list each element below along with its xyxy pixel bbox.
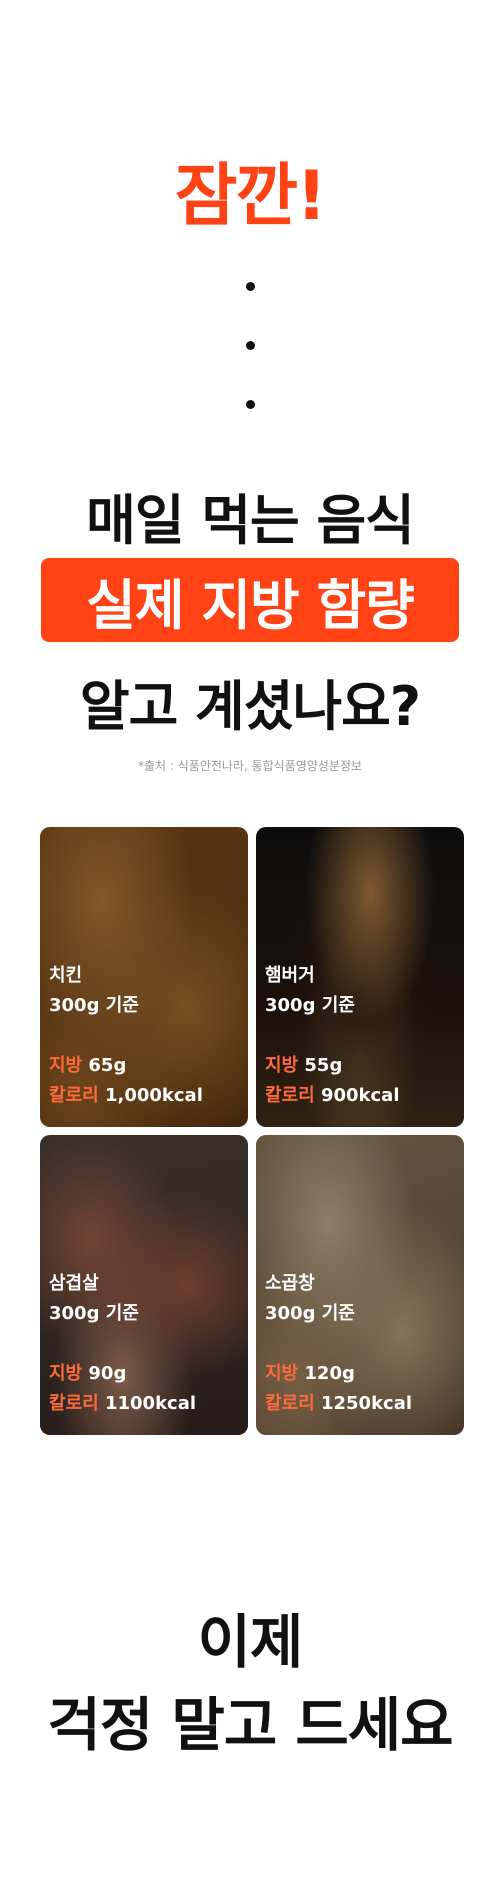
card-bottom-text: 지방 90g 칼로리 1100kcal [49, 1359, 196, 1419]
question-line-1: 매일 먹는 음식 [86, 489, 415, 552]
card-fat-row: 지방 120g [265, 1359, 412, 1389]
card-basis: 300g 기준 [265, 995, 355, 1016]
card-food-name: 소곱창 [265, 1273, 315, 1294]
banner-text: 실제 지방 함량 [86, 573, 415, 637]
card-calorie-row: 칼로리 900kcal [265, 1081, 400, 1111]
fat-value: 120g [304, 1363, 355, 1384]
food-card-chicken: 치킨 300g 기준 지방 65g 칼로리 1,000kcal [40, 827, 248, 1127]
calorie-label: 칼로리 [49, 1393, 99, 1414]
card-basis: 300g 기준 [265, 1303, 355, 1324]
card-bottom-text: 지방 120g 칼로리 1250kcal [265, 1359, 412, 1419]
calorie-label: 칼로리 [49, 1085, 99, 1106]
calorie-value: 1100kcal [104, 1393, 197, 1414]
dot-icon [246, 341, 255, 350]
closing-line-1: 이제 [197, 1608, 304, 1676]
card-fat-row: 지방 55g [265, 1051, 400, 1081]
card-food-name: 삼겹살 [49, 1273, 99, 1294]
question-line-3: 알고 계셨나요? [79, 675, 421, 738]
fat-value: 65g [88, 1055, 127, 1076]
fat-label: 지방 [49, 1363, 83, 1384]
card-top-text: 치킨 300g 기준 [49, 961, 139, 1021]
page: 잠깐! 매일 먹는 음식 실제 지방 함량 알고 계셨나요? *출처 : 식품안… [0, 0, 500, 1902]
card-fat-row: 지방 90g [49, 1359, 196, 1389]
source-note: *출처 : 식품안전나라, 통합식품영양성분정보 [137, 759, 363, 773]
highlight-banner: 실제 지방 함량 [41, 558, 459, 642]
dot-icon [246, 282, 255, 291]
food-card-hamburger: 햄버거 300g 기준 지방 55g 칼로리 900kcal [256, 827, 464, 1127]
card-food-name: 햄버거 [265, 965, 315, 986]
calorie-label: 칼로리 [265, 1085, 315, 1106]
calorie-label: 칼로리 [265, 1393, 315, 1414]
card-calorie-row: 칼로리 1,000kcal [49, 1081, 203, 1111]
fat-label: 지방 [49, 1055, 83, 1076]
headline: 잠깐! [174, 157, 327, 236]
closing-line-2: 걱정 말고 드세요 [47, 1691, 454, 1759]
fat-value: 55g [304, 1055, 343, 1076]
food-card-beef-tripe: 소곱창 300g 기준 지방 120g 칼로리 1250kcal [256, 1135, 464, 1435]
calorie-value: 1,000kcal [104, 1085, 203, 1106]
card-food-name: 치킨 [49, 965, 83, 986]
card-bottom-text: 지방 65g 칼로리 1,000kcal [49, 1051, 203, 1111]
card-top-text: 삼겹살 300g 기준 [49, 1269, 139, 1329]
card-bottom-text: 지방 55g 칼로리 900kcal [265, 1051, 400, 1111]
fat-label: 지방 [265, 1055, 299, 1076]
card-fat-row: 지방 65g [49, 1051, 203, 1081]
card-calorie-row: 칼로리 1250kcal [265, 1389, 412, 1419]
fat-value: 90g [88, 1363, 127, 1384]
calorie-value: 900kcal [320, 1085, 400, 1106]
dot-icon [246, 400, 255, 409]
calorie-value: 1250kcal [320, 1393, 413, 1414]
card-calorie-row: 칼로리 1100kcal [49, 1389, 196, 1419]
card-basis: 300g 기준 [49, 1303, 139, 1324]
card-basis: 300g 기준 [49, 995, 139, 1016]
fat-label: 지방 [265, 1363, 299, 1384]
card-top-text: 소곱창 300g 기준 [265, 1269, 355, 1329]
card-top-text: 햄버거 300g 기준 [265, 961, 355, 1021]
food-card-pork-belly: 삼겹살 300g 기준 지방 90g 칼로리 1100kcal [40, 1135, 248, 1435]
food-card-grid: 치킨 300g 기준 지방 65g 칼로리 1,000kcal 햄버거 300g… [40, 827, 464, 1439]
